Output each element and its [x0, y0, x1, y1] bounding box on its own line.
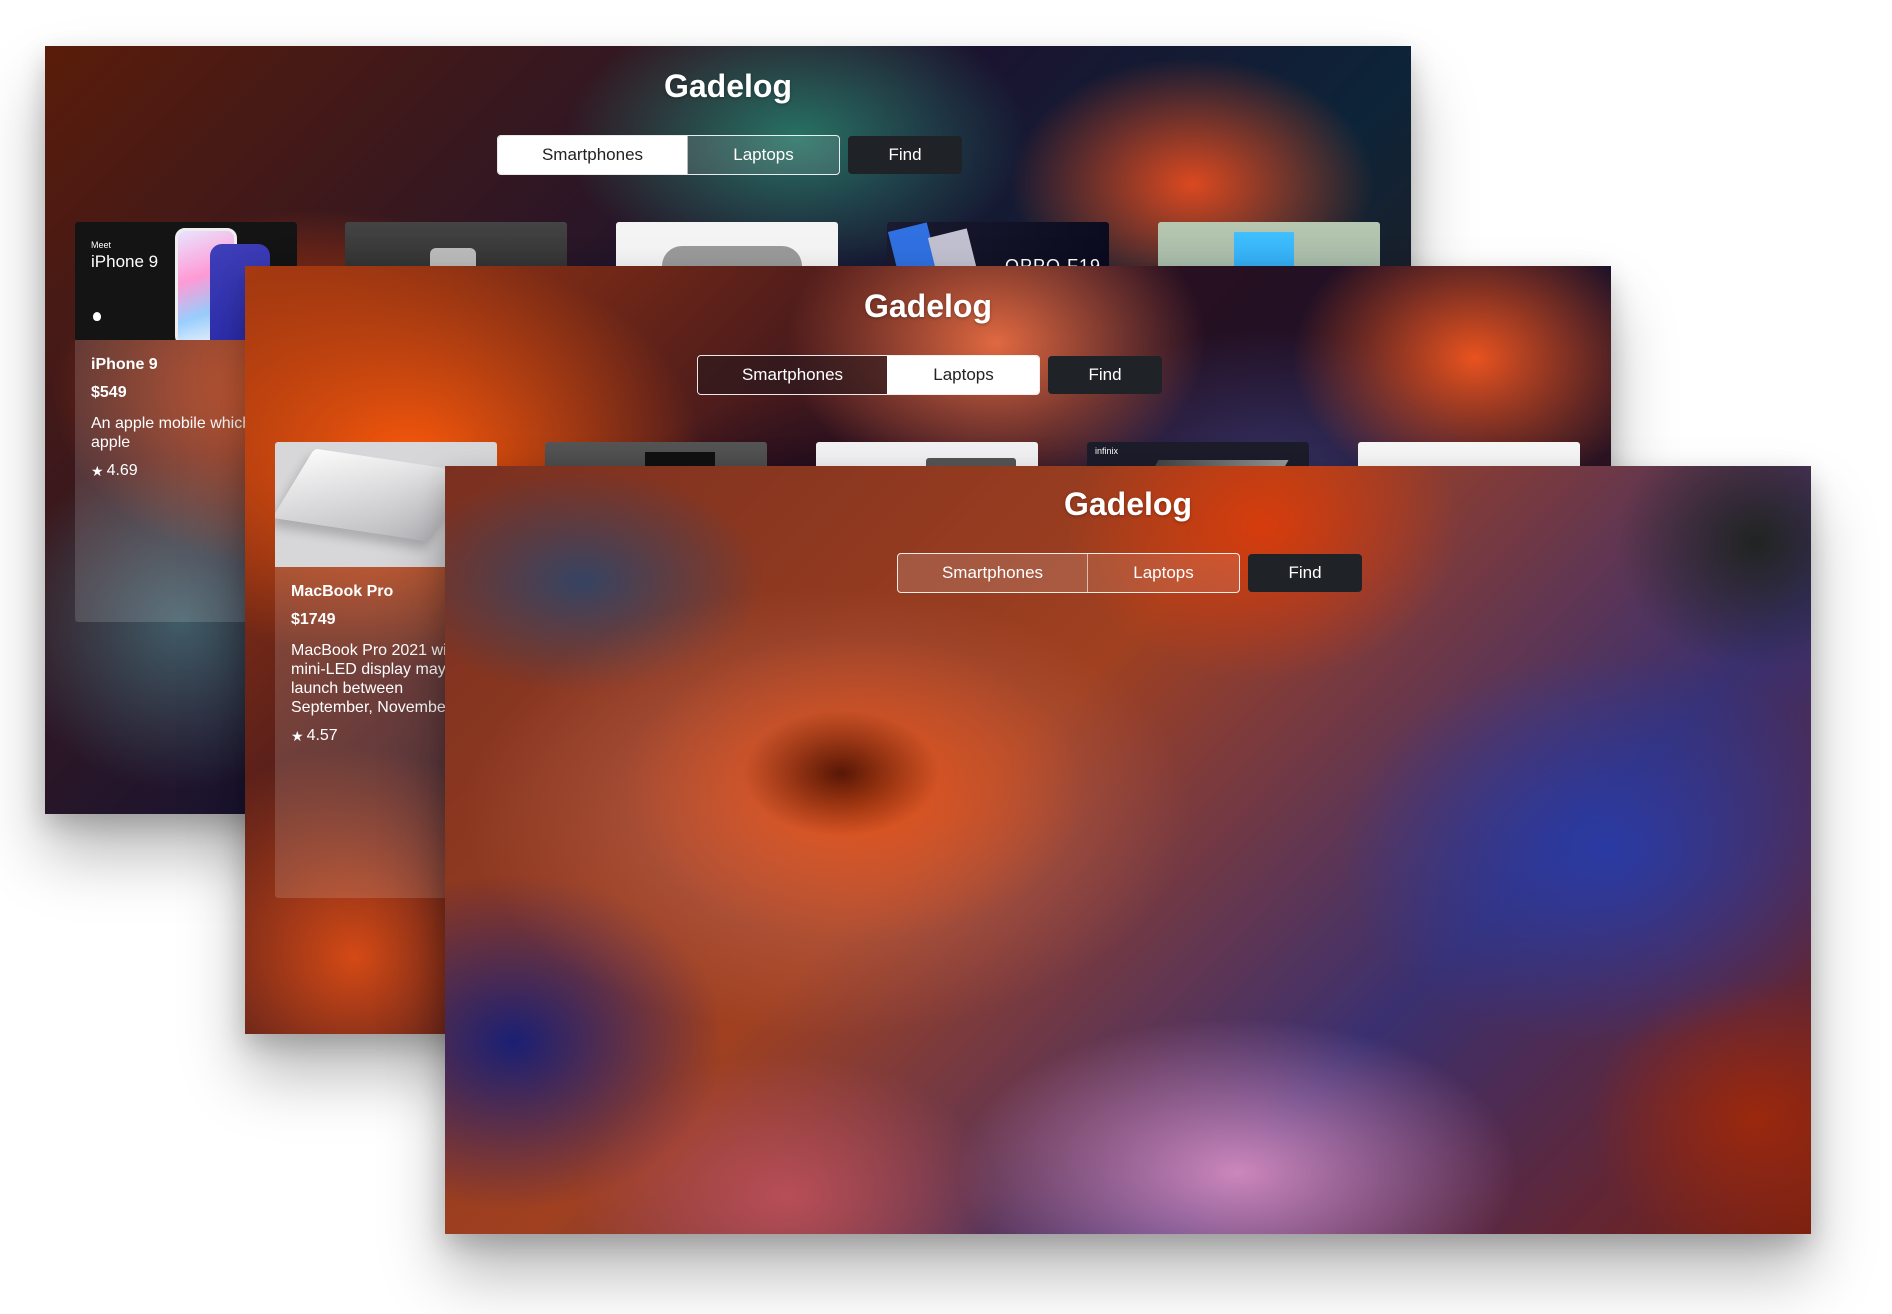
image-caption-small: Meet: [91, 240, 112, 250]
tab-smartphones[interactable]: Smartphones: [898, 554, 1087, 592]
category-toggle: Smartphones Laptops: [497, 135, 840, 175]
image-caption: infinix: [1095, 446, 1119, 456]
tab-smartphones[interactable]: Smartphones: [698, 356, 887, 394]
find-button[interactable]: Find: [848, 136, 962, 174]
tab-smartphones[interactable]: Smartphones: [498, 136, 687, 174]
star-icon: ★: [291, 727, 304, 744]
product-description: MacBook Pro 2021 with mini-LED display m…: [291, 642, 460, 716]
category-nav: Smartphones Laptops Find: [497, 135, 962, 175]
app-window-empty: Gadelog Smartphones Laptops Find: [445, 466, 1811, 1234]
tab-laptops[interactable]: Laptops: [887, 356, 1039, 394]
apple-logo-icon: [93, 312, 101, 321]
app-title: Gadelog: [863, 288, 992, 324]
find-button[interactable]: Find: [1048, 356, 1162, 394]
category-nav: Smartphones Laptops Find: [897, 553, 1362, 593]
category-toggle: Smartphones Laptops: [697, 355, 1040, 395]
star-icon: ★: [91, 462, 104, 479]
category-toggle: Smartphones Laptops: [897, 553, 1240, 593]
image-caption: iPhone 9: [91, 252, 159, 271]
tab-laptops[interactable]: Laptops: [687, 136, 839, 174]
find-button[interactable]: Find: [1248, 554, 1362, 592]
category-nav: Smartphones Laptops Find: [697, 355, 1162, 395]
app-title: Gadelog: [663, 68, 792, 104]
tab-laptops[interactable]: Laptops: [1087, 554, 1239, 592]
rating-value: 4.69: [106, 462, 138, 479]
app-title: Gadelog: [1063, 486, 1192, 522]
laptop-graphic: [275, 448, 472, 542]
rating-value: 4.57: [306, 727, 338, 744]
